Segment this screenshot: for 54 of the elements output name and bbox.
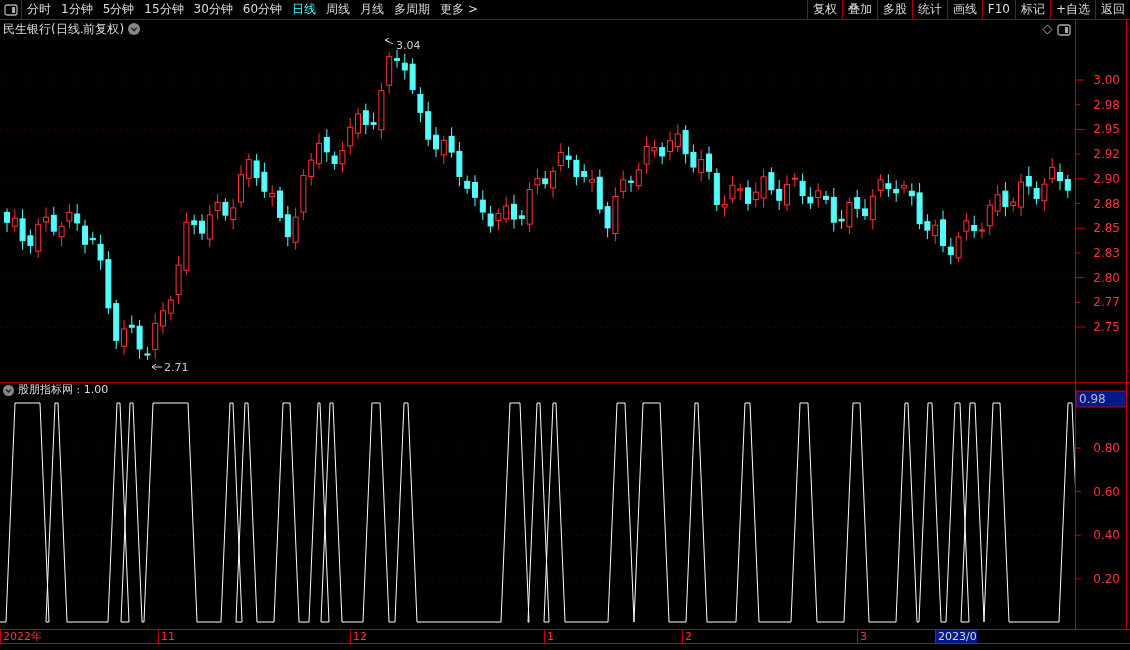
period-tab[interactable]: 月线 (355, 0, 390, 19)
period-tab[interactable]: 1分钟 (56, 0, 98, 19)
toolbar-button[interactable]: 统计 (911, 0, 947, 19)
period-tab[interactable]: 多周期 (389, 0, 436, 19)
period-tab[interactable]: 分时 (22, 0, 56, 19)
axis-label: 2.85 (1093, 221, 1120, 236)
axis-label: 0.80 (1093, 441, 1120, 455)
period-tab[interactable]: 30分钟 (188, 0, 238, 19)
high-price-label: 3.04 (396, 39, 421, 52)
axis-label: 2.88 (1093, 196, 1120, 211)
toolbar-button[interactable]: F10 (981, 0, 1015, 19)
axis-label: 0.40 (1093, 528, 1120, 543)
panel-toggle-icon[interactable] (1057, 23, 1071, 36)
date-label: 2 (682, 630, 692, 643)
toolbar-button[interactable]: 叠加 (841, 0, 877, 19)
period-tab[interactable]: 周线 (321, 0, 356, 19)
axis-label: 3.00 (1093, 73, 1120, 87)
period-tab[interactable]: 5分钟 (97, 0, 140, 19)
date-label: 3 (857, 630, 867, 643)
axis-label: 2.83 (1093, 245, 1120, 260)
chart-title: 民生银行(日线.前复权) (3, 21, 125, 38)
panel-toggle-icon[interactable] (3, 3, 18, 16)
axis-label: 2.80 (1093, 270, 1120, 285)
toolbar-button[interactable]: 画线 (946, 0, 982, 19)
axis-label: 2.77 (1093, 295, 1120, 310)
date-label: 2022年 (0, 630, 42, 643)
toolbar-button[interactable]: 多股 (876, 0, 912, 19)
period-tab[interactable]: 60分钟 (237, 0, 288, 19)
axis-label: 2.90 (1093, 171, 1120, 186)
dropdown-icon[interactable] (128, 23, 141, 35)
axis-label: 2.92 (1093, 147, 1120, 162)
toolbar-button[interactable]: 标记 (1014, 0, 1050, 19)
diamond-icon[interactable] (1042, 23, 1053, 35)
toolbar-button[interactable]: 复权 (806, 0, 842, 19)
current-value-marker: 0.98 (1075, 390, 1127, 408)
leader-line (151, 363, 163, 371)
date-label: 1 (544, 630, 554, 643)
indicator-title: 股朋指标网 : 1.00 (18, 382, 109, 399)
date-label: 2023/0 (935, 630, 977, 643)
date-label: 11 (158, 630, 175, 643)
axis-label: 2.98 (1093, 97, 1120, 112)
leader-line (384, 38, 394, 45)
toolbar-button[interactable]: 返回 (1095, 0, 1130, 19)
dropdown-icon[interactable] (3, 385, 14, 396)
axis-label: 2.75 (1093, 320, 1120, 334)
axis-label: 2.95 (1093, 122, 1120, 137)
axis-label: 0.60 (1093, 484, 1120, 499)
period-tab[interactable]: 15分钟 (139, 0, 189, 19)
period-tab[interactable]: 更多 > (435, 0, 483, 19)
toolbar-button[interactable]: +自选 (1049, 0, 1095, 19)
period-tab[interactable]: 日线 (287, 0, 322, 19)
low-price-label: 2.71 (164, 361, 189, 374)
axis-label: 0.20 (1093, 571, 1120, 586)
date-label: 12 (350, 630, 367, 643)
